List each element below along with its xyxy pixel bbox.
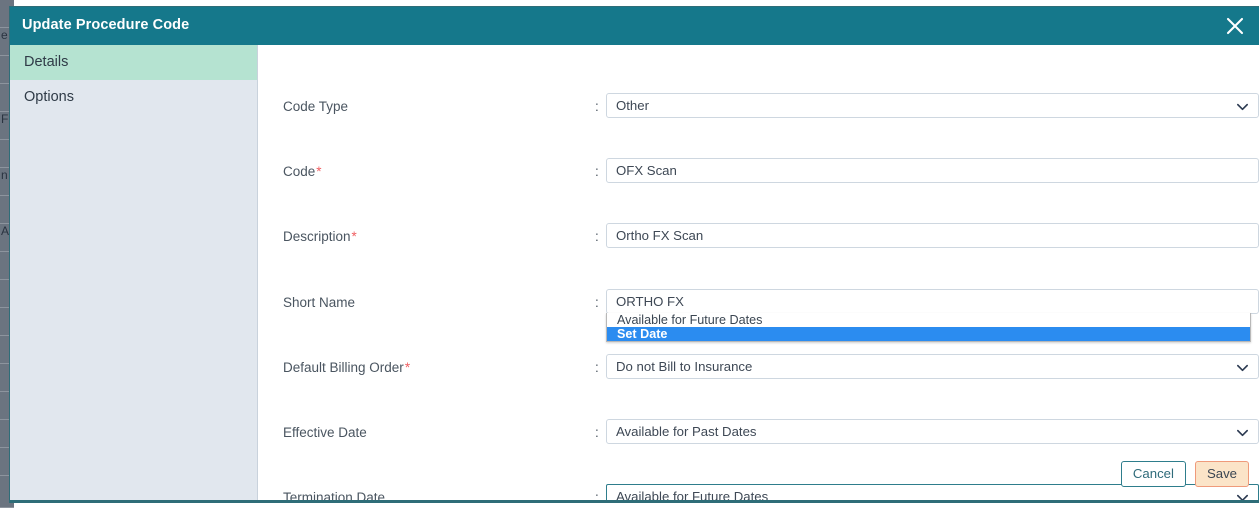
required-indicator: *: [316, 164, 322, 180]
cancel-button[interactable]: Cancel: [1120, 461, 1186, 487]
termination-date-dropdown-list[interactable]: Available for Future Dates Set Date: [606, 313, 1251, 342]
sidebar-item-options[interactable]: Options: [10, 80, 257, 115]
field-separator: :: [595, 359, 599, 375]
dialog-title-bar: Update Procedure Code: [10, 7, 1259, 45]
form-row-effective-date: Effective Date : Available for Past Date…: [259, 417, 1259, 450]
field-label: Default Billing Order*: [283, 359, 411, 375]
required-indicator: *: [404, 359, 411, 375]
background-text: e: [1, 28, 8, 42]
dropdown-option-available-for-future-dates[interactable]: Available for Future Dates: [607, 313, 1250, 327]
required-indicator: *: [351, 229, 357, 245]
code-value: OFX Scan: [616, 163, 677, 179]
description-value: Ortho FX Scan: [616, 228, 704, 244]
dialog-sidebar: Details Options: [10, 45, 258, 500]
update-procedure-code-dialog: Update Procedure Code Details Options Co…: [9, 6, 1259, 502]
chevron-down-icon: [1235, 425, 1250, 440]
chevron-down-icon: [1235, 360, 1250, 375]
description-input[interactable]: Ortho FX Scan: [606, 223, 1259, 249]
short-name-input[interactable]: ORTHO FX: [606, 288, 1259, 314]
code-type-value: Other: [616, 98, 649, 113]
code-type-select[interactable]: Other: [606, 93, 1259, 118]
dialog-title: Update Procedure Code: [22, 17, 190, 33]
field-label: Description*: [283, 229, 357, 245]
dropdown-option-set-date[interactable]: Set Date: [607, 327, 1250, 341]
background-text: n: [1, 168, 8, 182]
background-text: A: [1, 224, 10, 238]
background-text: F: [1, 112, 9, 126]
form-row-code-type: Code Type : Other: [259, 91, 1259, 124]
field-label: Short Name: [283, 294, 356, 310]
chevron-down-icon: [1235, 99, 1250, 114]
field-separator: :: [595, 424, 599, 440]
field-label: Code Type: [283, 99, 349, 114]
field-label: Code*: [283, 164, 322, 180]
dialog-bottom-border: [9, 500, 1259, 503]
field-separator: :: [595, 164, 599, 180]
sidebar-item-label: Options: [24, 89, 74, 105]
close-icon[interactable]: [1223, 14, 1247, 38]
field-label: Effective Date: [283, 424, 367, 440]
form-row-default-billing-order: Default Billing Order* : Do not Bill to …: [259, 352, 1259, 385]
default-billing-order-select[interactable]: Do not Bill to Insurance: [606, 353, 1259, 379]
sidebar-item-details[interactable]: Details: [10, 45, 257, 80]
save-button[interactable]: Save: [1194, 461, 1249, 487]
field-separator: :: [595, 229, 599, 245]
field-separator: :: [595, 99, 599, 114]
code-input[interactable]: OFX Scan: [606, 158, 1259, 184]
dropdown-option-label: Available for Future Dates: [617, 313, 763, 327]
short-name-value: ORTHO FX: [616, 293, 684, 309]
dialog-footer: Cancel Save: [1120, 461, 1249, 487]
dialog-body: Details Options Code Type : Other Code* …: [10, 45, 1259, 501]
dropdown-option-label: Set Date: [617, 327, 668, 341]
sidebar-item-label: Details: [24, 54, 69, 70]
field-separator: :: [595, 294, 599, 310]
details-form: Code Type : Other Code* : OFX Scan Descr…: [259, 45, 1259, 501]
form-row-code: Code* : OFX Scan: [259, 156, 1259, 189]
default-billing-order-value: Do not Bill to Insurance: [616, 358, 753, 374]
effective-date-select[interactable]: Available for Past Dates: [606, 418, 1259, 444]
form-row-description: Description* : Ortho FX Scan: [259, 221, 1259, 254]
effective-date-value: Available for Past Dates: [616, 423, 757, 439]
